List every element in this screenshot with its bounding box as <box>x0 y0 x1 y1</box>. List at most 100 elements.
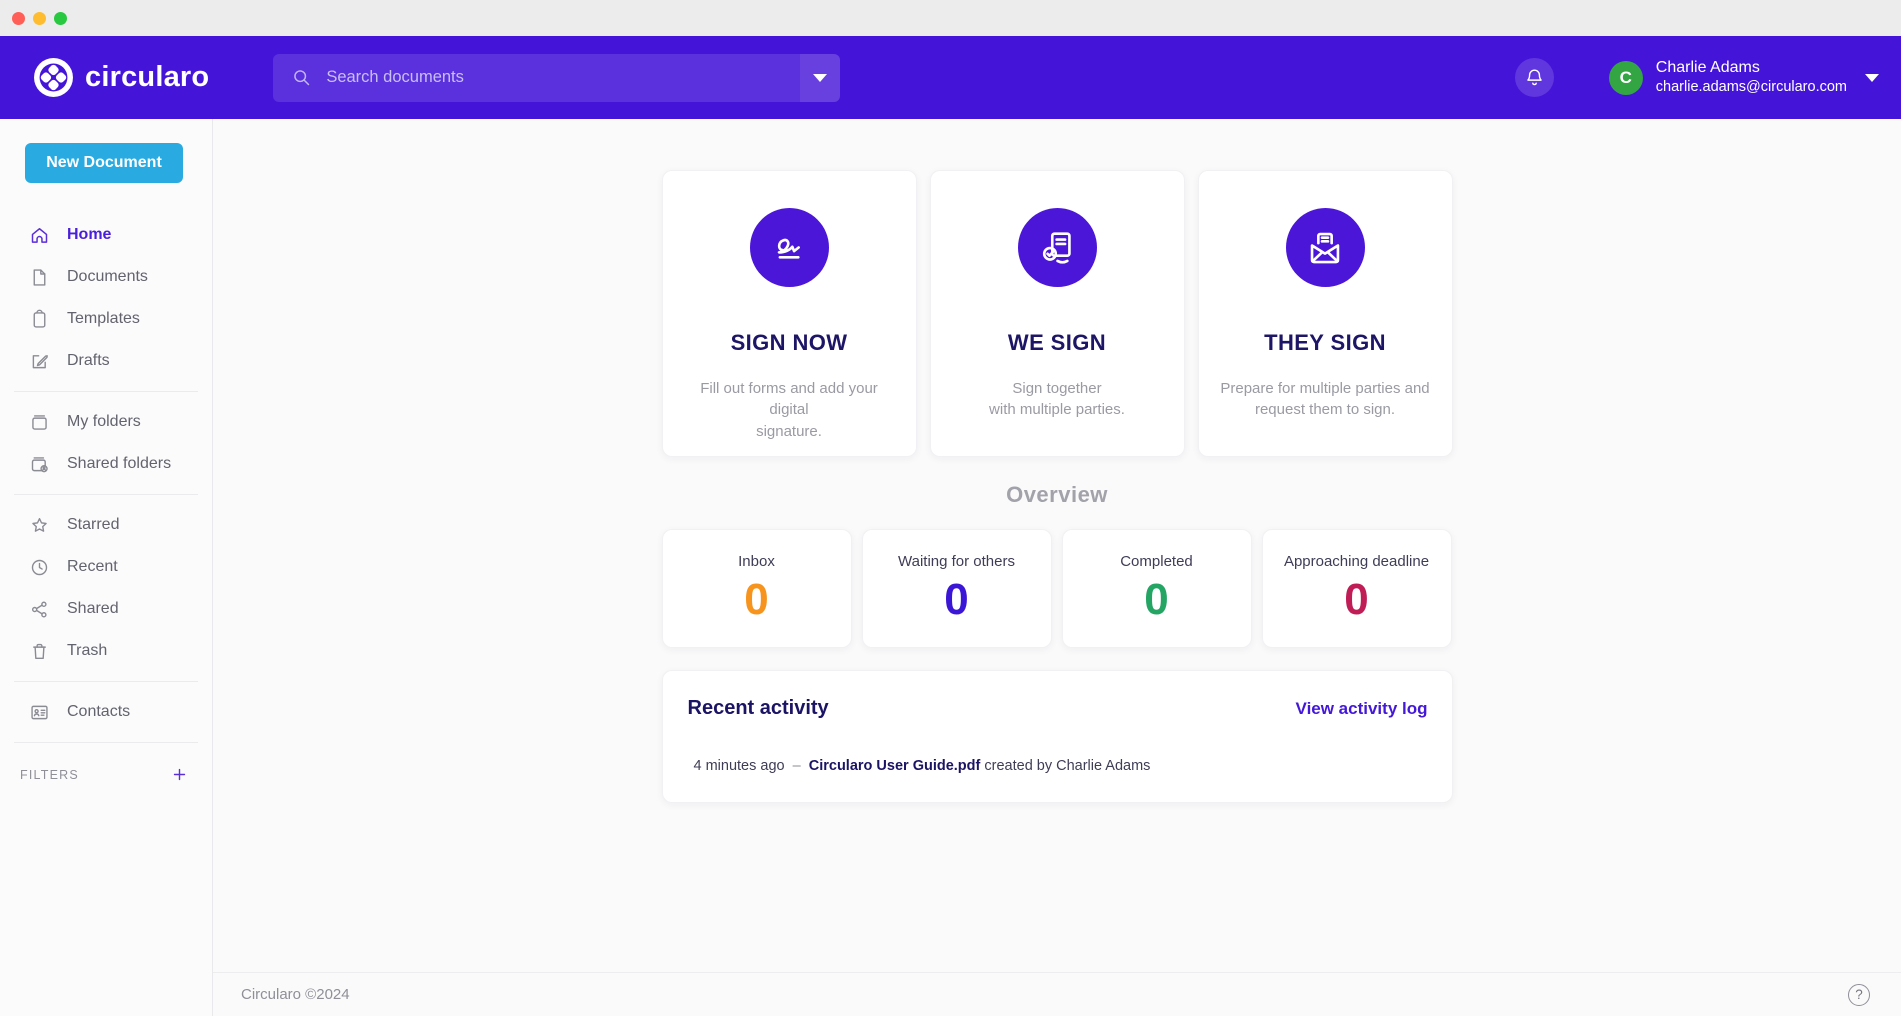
activity-description: created by Charlie Adams <box>984 758 1150 774</box>
stat-label: Inbox <box>663 553 851 570</box>
stat-value: 0 <box>663 576 851 624</box>
edit-pencil-icon <box>29 351 50 372</box>
action-cards-row: SIGN NOW Fill out forms and add your dig… <box>662 170 1453 457</box>
search-bar <box>273 54 840 102</box>
help-button[interactable]: ? <box>1848 984 1870 1006</box>
recent-activity-heading: Recent activity <box>688 697 829 720</box>
clock-icon <box>29 557 50 578</box>
sidebar-item-label: Shared folders <box>67 455 171 473</box>
folder-icon <box>29 412 50 433</box>
sidebar-item-contacts[interactable]: Contacts <box>0 691 212 733</box>
recent-activity-card: Recent activity View activity log 4 minu… <box>662 670 1453 803</box>
header-right-group: C Charlie Adams charlie.adams@circularo.… <box>1515 58 1879 97</box>
document-check-icon <box>1018 208 1097 287</box>
activity-file-link[interactable]: Circularo User Guide.pdf <box>809 758 981 774</box>
sidebar-item-label: Trash <box>67 642 107 660</box>
app-header: circularo C Charlie Adams charlie.adams@… <box>0 36 1901 119</box>
sidebar: New Document Home Documents <box>0 119 213 1016</box>
stat-label: Waiting for others <box>863 553 1051 570</box>
zoom-window-button[interactable] <box>54 12 67 25</box>
sidebar-item-label: Documents <box>67 268 148 286</box>
minimize-window-button[interactable] <box>33 12 46 25</box>
activity-time: 4 minutes ago <box>694 758 785 774</box>
star-icon <box>29 515 50 536</box>
user-avatar[interactable]: C <box>1609 61 1643 95</box>
share-icon <box>29 599 50 620</box>
trash-icon <box>29 641 50 662</box>
stat-value: 0 <box>863 576 1051 624</box>
sidebar-item-home[interactable]: Home <box>0 214 212 256</box>
action-card-title: SIGN NOW <box>663 330 916 356</box>
search-scope-dropdown[interactable] <box>800 54 840 102</box>
sidebar-item-label: Home <box>67 226 111 244</box>
add-filter-button[interactable] <box>171 766 188 783</box>
sidebar-divider <box>14 681 198 682</box>
view-activity-log-link[interactable]: View activity log <box>1296 699 1428 719</box>
stat-value: 0 <box>1063 576 1251 624</box>
sidebar-item-label: My folders <box>67 413 141 431</box>
brand-logo[interactable]: circularo <box>33 57 209 98</box>
sidebar-item-drafts[interactable]: Drafts <box>0 340 212 382</box>
sidebar-divider <box>14 494 198 495</box>
home-icon <box>29 225 50 246</box>
sidebar-item-label: Shared <box>67 600 119 618</box>
close-window-button[interactable] <box>12 12 25 25</box>
action-card-description: Fill out forms and add your digital sign… <box>684 378 894 442</box>
main-content: SIGN NOW Fill out forms and add your dig… <box>213 119 1901 972</box>
window-titlebar <box>0 0 1901 36</box>
bell-icon <box>1524 67 1545 88</box>
stat-card-inbox[interactable]: Inbox 0 <box>662 529 852 648</box>
search-icon <box>291 67 312 88</box>
stat-label: Approaching deadline <box>1263 553 1451 570</box>
activity-item: 4 minutes ago – Circularo User Guide.pdf… <box>688 758 1428 774</box>
action-card-description: Sign together with multiple parties. <box>952 378 1162 421</box>
sidebar-item-templates[interactable]: Templates <box>0 298 212 340</box>
folder-user-icon <box>29 454 50 475</box>
clipboard-icon <box>29 309 50 330</box>
sidebar-item-label: Drafts <box>67 352 110 370</box>
overview-heading: Overview <box>662 482 1453 508</box>
envelope-letter-icon <box>1286 208 1365 287</box>
stat-value: 0 <box>1263 576 1451 624</box>
new-document-button[interactable]: New Document <box>25 143 183 183</box>
sidebar-item-shared[interactable]: Shared <box>0 588 212 630</box>
we-sign-card[interactable]: WE SIGN Sign together with multiple part… <box>930 170 1185 457</box>
sidebar-item-label: Contacts <box>67 703 130 721</box>
sidebar-item-my-folders[interactable]: My folders <box>0 401 212 443</box>
sidebar-item-label: Recent <box>67 558 118 576</box>
signature-icon <box>750 208 829 287</box>
action-card-title: THEY SIGN <box>1199 330 1452 356</box>
sidebar-item-documents[interactable]: Documents <box>0 256 212 298</box>
user-info[interactable]: Charlie Adams charlie.adams@circularo.co… <box>1656 58 1847 96</box>
search-input[interactable] <box>326 68 800 87</box>
sidebar-item-recent[interactable]: Recent <box>0 546 212 588</box>
user-menu-chevron-icon[interactable] <box>1865 74 1879 82</box>
sidebar-divider <box>14 391 198 392</box>
sidebar-divider <box>14 742 198 743</box>
chevron-down-icon <box>813 74 827 82</box>
stat-label: Completed <box>1063 553 1251 570</box>
sign-now-card[interactable]: SIGN NOW Fill out forms and add your dig… <box>662 170 917 457</box>
action-card-description: Prepare for multiple parties and request… <box>1220 378 1430 421</box>
stat-card-approaching-deadline[interactable]: Approaching deadline 0 <box>1262 529 1452 648</box>
circularo-logo-icon <box>33 57 74 98</box>
notifications-button[interactable] <box>1515 58 1554 97</box>
user-name: Charlie Adams <box>1656 58 1847 78</box>
sidebar-item-trash[interactable]: Trash <box>0 630 212 672</box>
footer: Circularo ©2024 ? <box>213 972 1901 1016</box>
brand-name: circularo <box>85 61 209 94</box>
copyright-text: Circularo ©2024 <box>241 986 350 1003</box>
contact-card-icon <box>29 702 50 723</box>
stat-card-waiting-for-others[interactable]: Waiting for others 0 <box>862 529 1052 648</box>
activity-separator: – <box>793 758 801 774</box>
stat-card-completed[interactable]: Completed 0 <box>1062 529 1252 648</box>
sidebar-item-starred[interactable]: Starred <box>0 504 212 546</box>
question-mark-icon: ? <box>1855 987 1863 1002</box>
they-sign-card[interactable]: THEY SIGN Prepare for multiple parties a… <box>1198 170 1453 457</box>
filters-section: FILTERS <box>0 766 212 783</box>
filters-label: FILTERS <box>20 768 79 782</box>
action-card-title: WE SIGN <box>931 330 1184 356</box>
document-icon <box>29 267 50 288</box>
sidebar-item-shared-folders[interactable]: Shared folders <box>0 443 212 485</box>
sidebar-item-label: Templates <box>67 310 140 328</box>
